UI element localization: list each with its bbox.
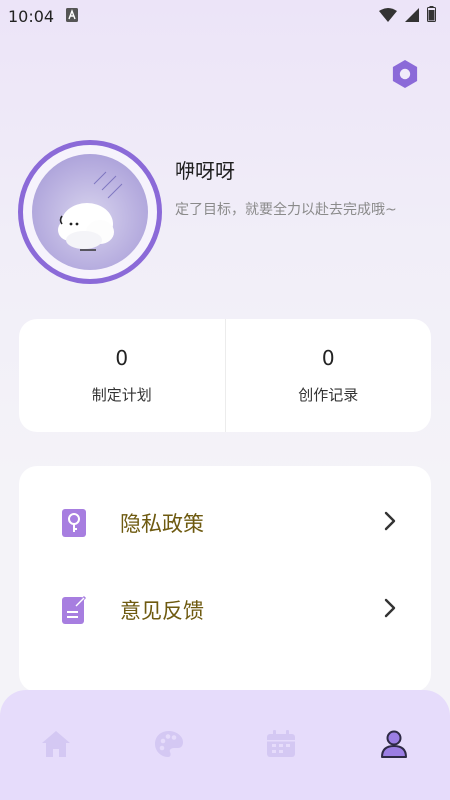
tab-calendar[interactable]	[225, 690, 338, 800]
stat-value: 0	[115, 346, 129, 370]
chevron-right-icon	[383, 598, 397, 622]
menu-card: 隐私政策 意见反馈	[19, 466, 431, 692]
notification-icon	[66, 7, 79, 26]
bottom-tab-bar	[0, 690, 450, 800]
menu-item-label: 隐私政策	[120, 512, 204, 536]
wifi-icon	[379, 7, 397, 26]
calendar-icon	[266, 730, 296, 800]
stat-value: 0	[321, 346, 335, 370]
status-bar: 10:04	[0, 0, 450, 32]
key-document-icon	[61, 508, 87, 538]
chevron-right-icon	[383, 511, 397, 535]
tab-palette[interactable]	[113, 690, 226, 800]
avatar[interactable]	[18, 140, 162, 284]
status-time: 10:04	[8, 6, 55, 26]
username: 咿呀呀	[175, 159, 235, 183]
gear-icon	[389, 58, 421, 94]
tab-profile[interactable]	[338, 690, 450, 800]
edit-note-icon	[61, 595, 87, 625]
home-icon	[41, 730, 71, 800]
stats-card: 0 制定计划 0 创作记录	[19, 319, 431, 432]
signal-icon	[405, 7, 419, 26]
stat-plans[interactable]: 0 制定计划	[19, 319, 225, 432]
user-icon	[379, 730, 409, 800]
tab-home[interactable]	[0, 690, 113, 800]
stat-records[interactable]: 0 创作记录	[226, 319, 432, 432]
motto-text: 定了目标，就要全力以赴去完成哦~	[175, 202, 397, 218]
menu-item-feedback[interactable]: 意见反馈	[19, 580, 431, 640]
menu-item-privacy-policy[interactable]: 隐私政策	[19, 493, 431, 553]
avatar-image	[32, 154, 148, 270]
settings-button[interactable]	[388, 59, 422, 93]
menu-item-label: 意见反馈	[120, 599, 204, 623]
stat-label: 创作记录	[298, 386, 359, 404]
stat-label: 制定计划	[91, 386, 152, 404]
battery-icon	[427, 6, 436, 26]
palette-icon	[154, 730, 184, 800]
